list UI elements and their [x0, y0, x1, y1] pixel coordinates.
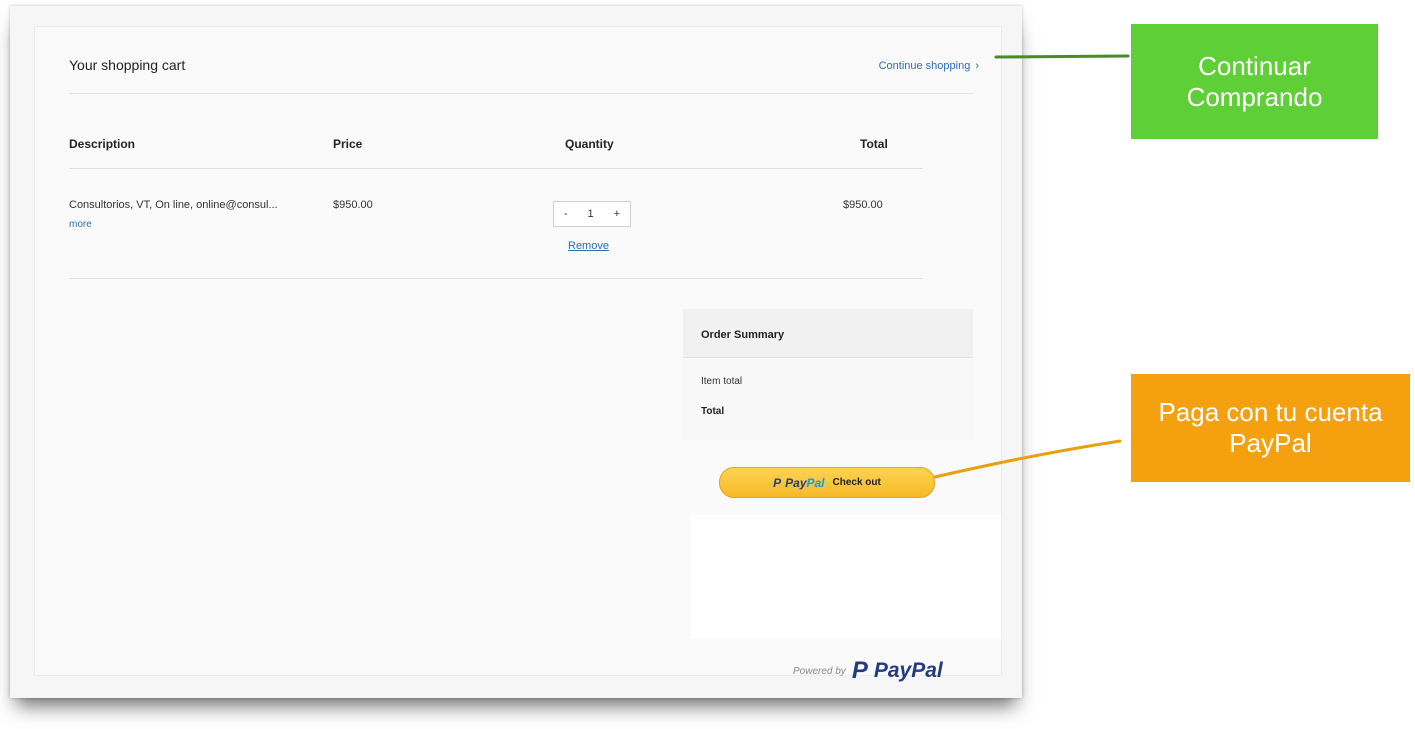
- green-callout-connector: [994, 54, 1130, 59]
- orange-callout-connector: [933, 439, 1122, 479]
- continue-shopping-callout: Continuar Comprando: [1131, 24, 1378, 139]
- paypal-callout: Paga con tu cuenta PayPal: [1131, 374, 1410, 482]
